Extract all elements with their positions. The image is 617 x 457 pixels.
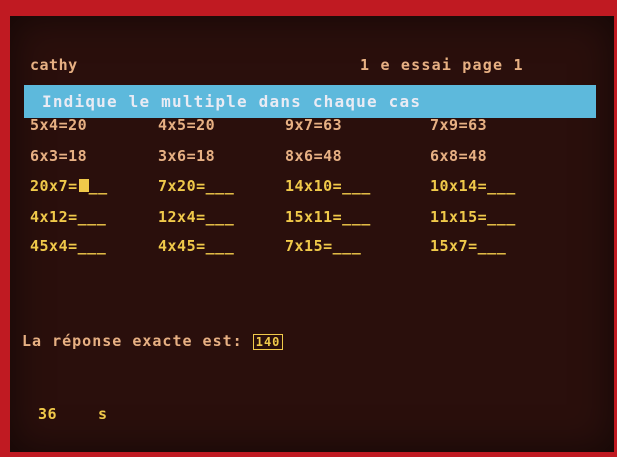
grid-cell: 3x6=18	[158, 147, 216, 165]
instruction-banner: Indique le multiple dans chaque cas	[24, 85, 596, 118]
grid-cell: 45x4=___	[30, 237, 107, 255]
grid-cell: 8x6=48	[285, 147, 343, 165]
active-question[interactable]: 20x7= __	[30, 177, 108, 195]
grid-cell: 7x20=___	[158, 177, 235, 195]
grid-cell: 7x9=63	[430, 116, 488, 134]
answer-line: La réponse exacte est: 140	[22, 332, 284, 351]
grid-cell: 4x5=20	[158, 116, 216, 134]
grid-cell: 11x15=___	[430, 208, 516, 226]
instruction-text: Indique le multiple dans chaque cas	[42, 92, 422, 111]
grid-cell: 7x15=___	[285, 237, 362, 255]
page-info: 1 e essai page 1	[360, 56, 524, 74]
grid-cell: 6x8=48	[430, 147, 488, 165]
timer-value: 36	[38, 405, 58, 423]
grid-cell: 4x12=___	[30, 208, 107, 226]
grid-cell: 5x4=20	[30, 116, 88, 134]
timer-unit: s	[98, 405, 108, 423]
text-cursor	[78, 179, 89, 192]
grid-cell: 9x7=63	[285, 116, 343, 134]
grid-cell: 15x7=___	[430, 237, 507, 255]
grid-cell: 4x45=___	[158, 237, 235, 255]
answer-label: La réponse exacte est:	[22, 332, 243, 350]
answer-value: 140	[252, 334, 284, 350]
active-question-label: 20x7=	[30, 177, 78, 195]
terminal-screen: cathy 1 e essai page 1 Indique le multip…	[10, 16, 614, 452]
active-question-blank: __	[88, 177, 108, 195]
user-name: cathy	[30, 56, 78, 74]
grid-cell: 6x3=18	[30, 147, 88, 165]
grid-cell: 14x10=___	[285, 177, 371, 195]
grid-cell: 12x4=___	[158, 208, 235, 226]
grid-cell: 10x14=___	[430, 177, 516, 195]
grid-cell: 15x11=___	[285, 208, 371, 226]
